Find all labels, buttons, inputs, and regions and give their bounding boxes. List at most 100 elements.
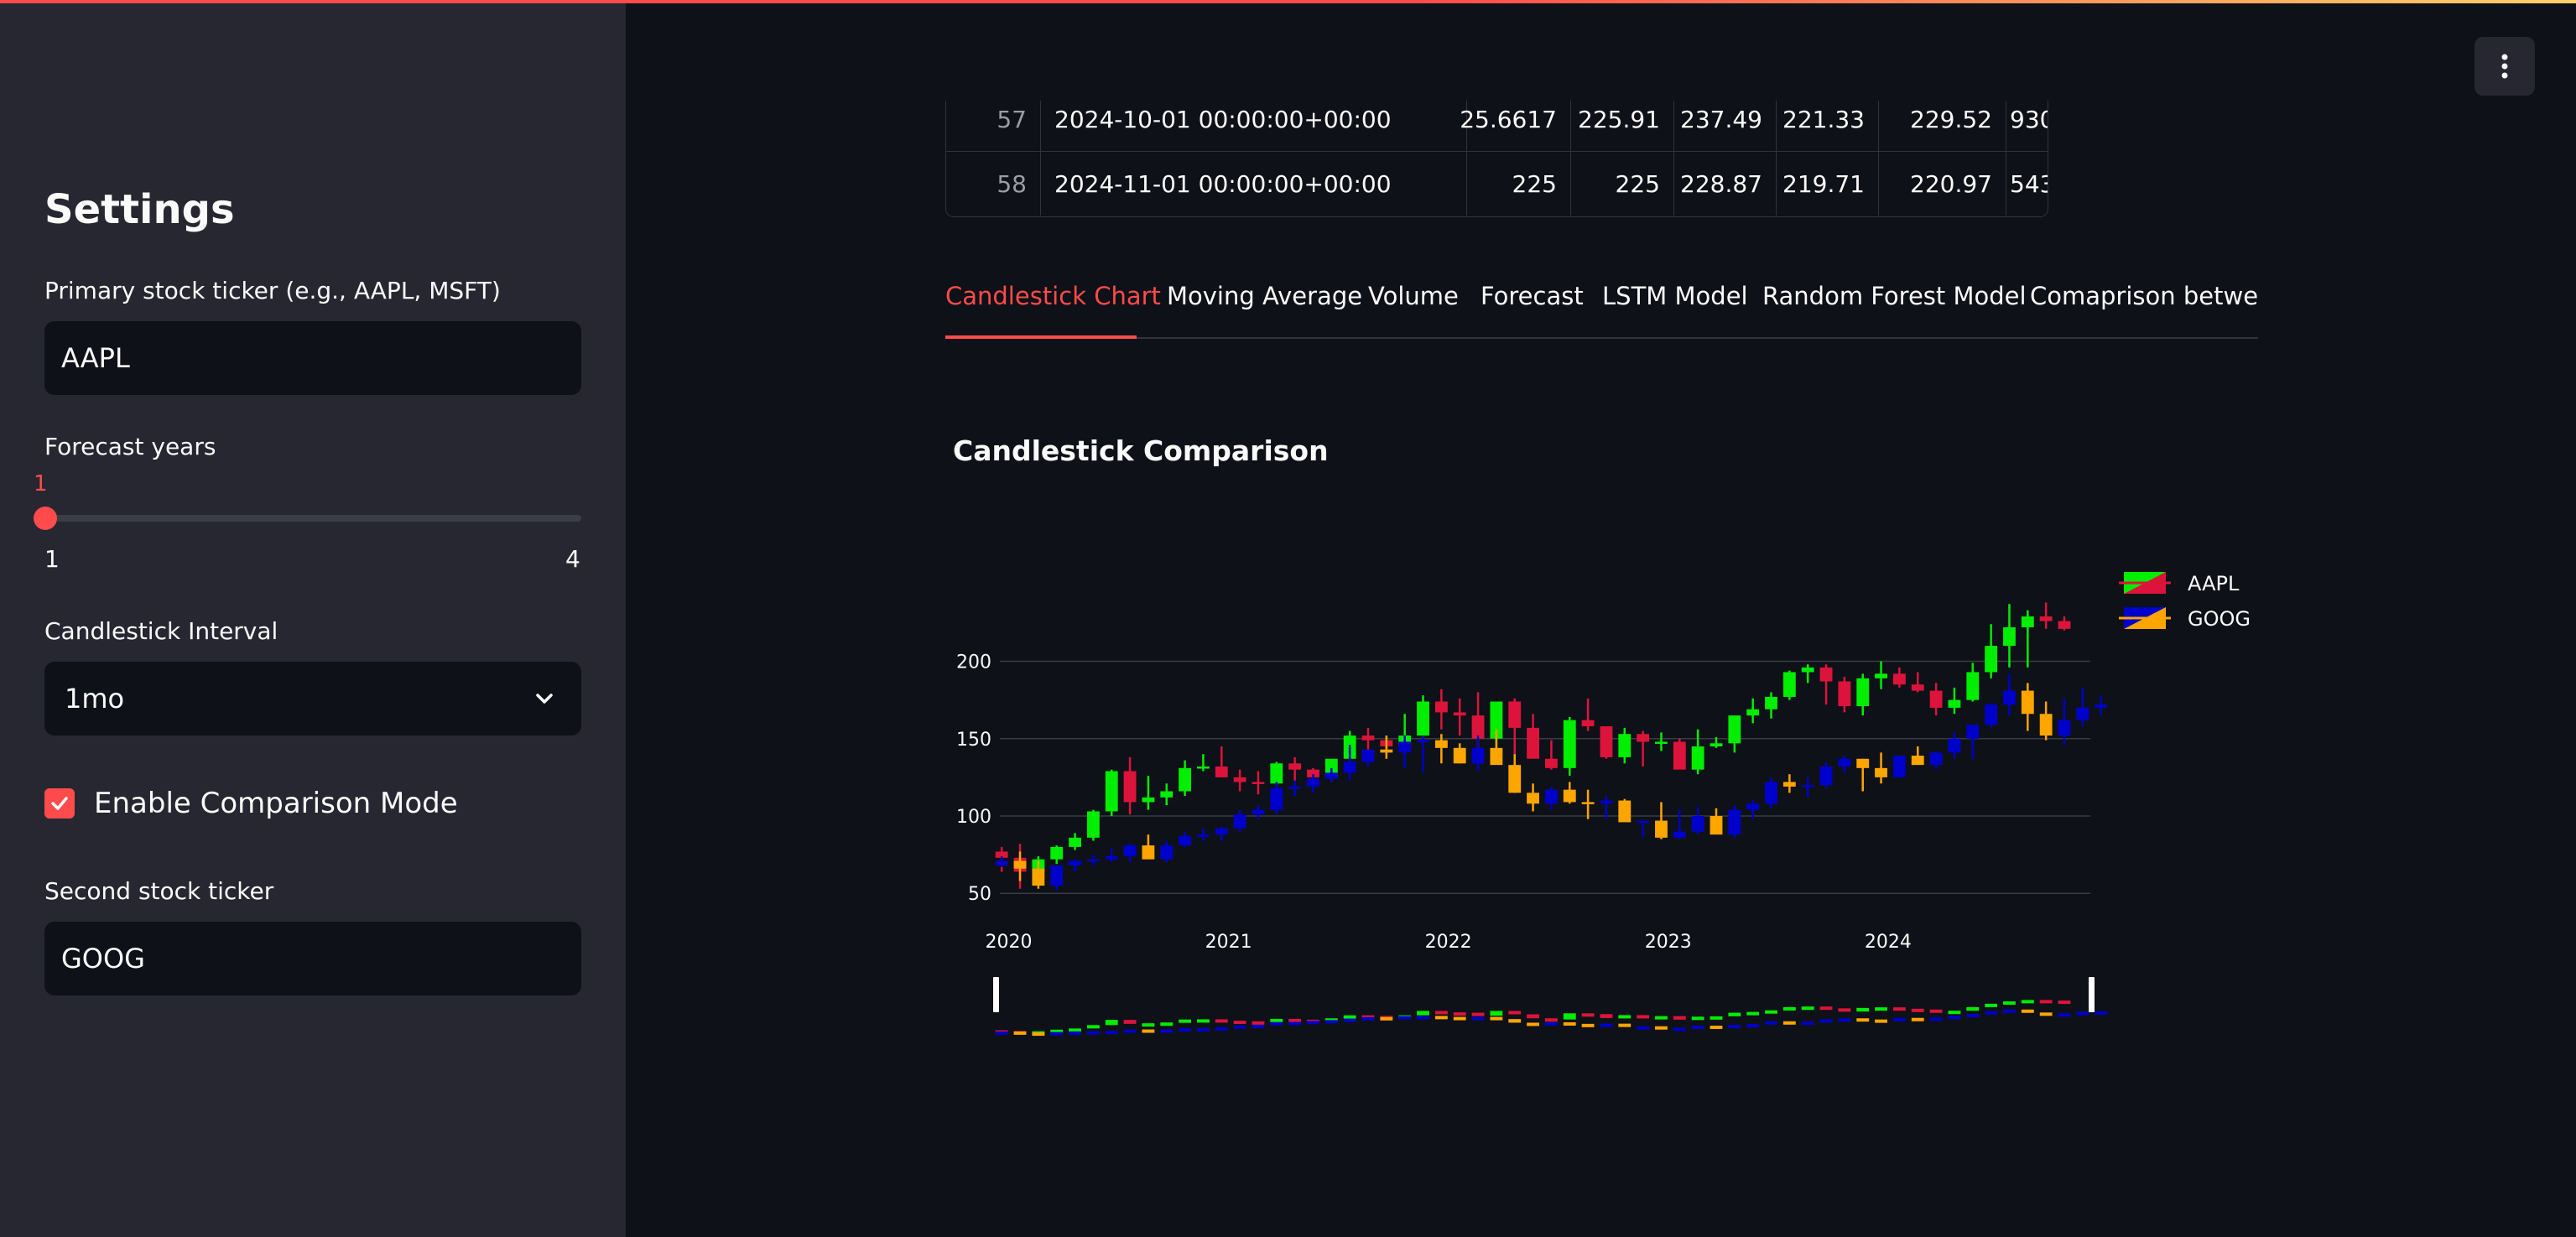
goog-candle [1471,747,1485,764]
comparison-mode-label[interactable]: Enable Comparison Mode [94,787,458,820]
aapl-candle [1197,766,1210,769]
slider-current-value: 1 [34,471,48,496]
aapl-candle [1782,672,1796,697]
goog-candle [1086,859,1100,862]
goog-candle [1380,749,1393,753]
candlestick-chart[interactable]: 50 100 150 200 2020 2021 2022 2023 2024 AAPL GOO… [923,537,2265,1057]
minimap-candle [1270,1018,1283,1022]
minimap-candle [1252,1025,1265,1029]
minimap-candle [1453,1016,1466,1021]
primary-ticker-value: AAPL [61,342,130,374]
more-vertical-icon [2501,54,2508,79]
goog-candle [1307,778,1319,787]
goog-candle [1782,782,1796,787]
minimap-candle [1985,1011,1998,1015]
minimap-candle [1691,1016,1704,1021]
tab-lstm-model[interactable]: LSTM Model [1602,282,1748,310]
minimap-candle [1911,1008,1924,1012]
goog-candle [1728,809,1741,835]
minimap-candle [1856,1007,1870,1012]
high-cell: 228.87 [1674,152,1777,216]
tab-moving-average[interactable]: Moving Average [1167,282,1362,310]
goog-candle [1819,766,1833,786]
slider-min-label: 1 [44,545,60,573]
minimap-candle [1490,1011,1503,1016]
minimap-candle [1490,1016,1503,1021]
goog-candle [1618,800,1631,823]
goog-candle [1069,860,1081,866]
minimap-candle [1105,1031,1118,1035]
date-cell: 2024-11-01 00:00:00+00:00 [1041,152,1467,216]
top-accent-bar [0,0,2576,3]
forecast-slider-thumb[interactable] [34,507,57,530]
active-tab-indicator [945,335,1137,339]
minimap-candle [1911,1017,1924,1021]
primary-ticker-label: Primary stock ticker (e.g., AAPL, MSFT) [44,277,501,304]
tab-random-forest-model[interactable]: Random Forest Model [1762,282,2027,310]
aapl-candle [1948,699,1961,708]
volume-cell: 930,736,000 [2010,105,2048,133]
aapl-candle [1270,763,1283,784]
second-ticker-input[interactable]: GOOG [44,922,581,995]
range-handle-left[interactable] [993,977,999,1012]
aapl-candle [1801,667,1814,673]
aapl-candle [1069,837,1081,847]
forecast-slider-track[interactable] [44,515,581,522]
minimap-candle [1673,1027,1686,1032]
chart-title: Candlestick Comparison [953,434,1329,467]
x-tick-label: 2024 [1865,932,1912,953]
aapl-candle [1417,701,1429,736]
goog-candle [1179,835,1192,846]
interval-select[interactable]: 1mo [44,662,581,735]
goog-candle [1911,756,1924,766]
goog-candle [2095,704,2108,708]
minimap-candle [1563,1021,1576,1026]
data-table[interactable]: 57 2024-10-01 00:00:00+00:00 25.6617 225… [945,101,2048,217]
minimap-candle [1215,1019,1228,1023]
aapl-candle [1746,709,1760,716]
aapl-candle [1728,715,1741,744]
tab-candlestick-chart[interactable]: Candlestick Chart [945,282,1161,310]
minimap-candle [1508,1019,1522,1023]
table-cell: 225 [1467,152,1571,216]
main-menu-button[interactable] [2475,37,2535,96]
minimap-candle [1069,1028,1081,1032]
range-handle-right[interactable] [2089,977,2095,1012]
high-cell: 237.49 [1674,101,1777,151]
minimap-candle [1875,1019,1887,1023]
minimap-candle [1819,1006,1833,1011]
aapl-candle [1911,684,1924,691]
goog-candle [1398,741,1412,753]
primary-ticker-input[interactable]: AAPL [44,321,581,395]
minimap-candle [1142,1029,1155,1033]
minimap-candle [1252,1021,1265,1025]
aapl-candle [1819,667,1833,682]
minimap-candle [1618,1015,1631,1019]
goog-candle [2003,690,2016,705]
low-cell: 221.33 [1777,101,1879,151]
goog-candle [1600,800,1613,804]
minimap-candle [1179,1019,1192,1023]
goog-candle [1343,761,1356,773]
minimap-candle [1838,1008,1851,1012]
slider-max-label: 4 [565,545,580,573]
goog-candle [1160,845,1174,860]
aapl-candle [1471,715,1485,739]
minimap-candle [1233,1025,1246,1029]
goog-candle [2039,714,2053,736]
tab-comparison[interactable]: Comaprison betweer [2030,282,2258,310]
aapl-candle [1434,701,1448,713]
aapl-candle [1086,811,1100,838]
minimap-candle [1765,1010,1777,1014]
minimap-candle [2039,1012,2053,1016]
aapl-candle [2058,621,2071,629]
minimap-candle [1746,1011,1760,1016]
goog-candle [1710,816,1723,835]
minimap-candle [2076,1011,2089,1016]
minimap-candle [1929,1017,1943,1021]
goog-candle [1252,809,1265,815]
goog-candle [2076,707,2089,720]
tab-volume[interactable]: Volume [1368,282,1459,310]
tab-forecast[interactable]: Forecast [1481,282,1584,310]
comparison-mode-checkbox[interactable] [44,788,75,819]
